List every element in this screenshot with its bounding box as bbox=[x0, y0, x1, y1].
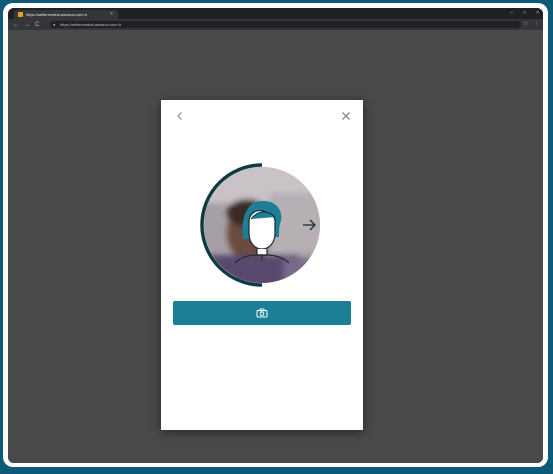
window-close-icon[interactable]: × bbox=[536, 9, 539, 17]
address-bar[interactable]: ● https://sellercentral.amazon.com.tr bbox=[50, 21, 521, 28]
face-capture-preview bbox=[200, 163, 324, 287]
minimize-icon[interactable]: – bbox=[510, 9, 513, 17]
tab-title: https://sellercentral.amazon.com.tr bbox=[26, 12, 88, 17]
browser-window: https://sellercentral.amazon.com.tr × – … bbox=[8, 8, 543, 463]
chevron-left-icon[interactable] bbox=[173, 109, 187, 123]
browser-toolbar: ← → C ● https://sellercentral.amazon.com… bbox=[8, 19, 543, 30]
screenshot-frame: https://sellercentral.amazon.com.tr × – … bbox=[3, 3, 548, 467]
close-icon[interactable] bbox=[339, 109, 353, 123]
toolbar-actions: ☆ ⋮ bbox=[524, 21, 539, 28]
window-controls: – □ × bbox=[510, 9, 539, 17]
url-text: https://sellercentral.amazon.com.tr bbox=[60, 22, 122, 27]
back-nav-icon[interactable]: ← bbox=[13, 22, 19, 28]
face-verification-modal bbox=[161, 100, 363, 430]
camera-icon bbox=[256, 308, 268, 318]
lock-icon: ● bbox=[53, 22, 56, 27]
forward-nav-icon[interactable]: → bbox=[24, 22, 30, 28]
page-viewport bbox=[8, 30, 543, 463]
favicon-icon bbox=[18, 12, 23, 17]
reload-icon[interactable]: C bbox=[35, 22, 39, 28]
capture-button[interactable] bbox=[173, 301, 351, 325]
tab-bar: https://sellercentral.amazon.com.tr × – … bbox=[8, 8, 543, 19]
maximize-icon[interactable]: □ bbox=[523, 9, 526, 17]
star-icon[interactable]: ☆ bbox=[524, 21, 528, 28]
tab-close-icon[interactable]: × bbox=[110, 12, 113, 17]
browser-tab[interactable]: https://sellercentral.amazon.com.tr × bbox=[14, 10, 118, 19]
menu-dots-icon[interactable]: ⋮ bbox=[534, 21, 539, 28]
